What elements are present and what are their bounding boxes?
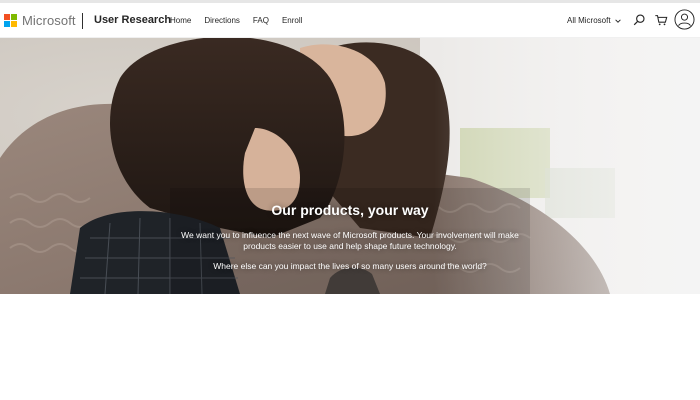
nav-home[interactable]: Home <box>170 16 191 25</box>
search-icon[interactable] <box>632 13 646 27</box>
header-divider <box>82 13 83 29</box>
all-microsoft-menu[interactable]: All Microsoft <box>567 16 622 25</box>
chevron-down-icon <box>614 18 621 23</box>
nav-directions[interactable]: Directions <box>204 16 240 25</box>
nav-faq[interactable]: FAQ <box>253 16 269 25</box>
page-body <box>0 294 700 400</box>
hero-banner: Our products, your way We want you to in… <box>0 38 700 294</box>
hero-heading: Our products, your way <box>271 202 429 218</box>
nav-enroll[interactable]: Enroll <box>282 16 302 25</box>
account-icon[interactable] <box>674 9 695 30</box>
site-title[interactable]: User Research <box>94 14 171 26</box>
hero-paragraph-2: Where else can you impact the lives of s… <box>213 261 487 271</box>
microsoft-logo-icon <box>4 14 17 27</box>
brand-name: Microsoft <box>22 13 76 28</box>
microsoft-logo[interactable]: Microsoft <box>4 13 76 28</box>
hero-content: Our products, your way We want you to in… <box>180 202 520 281</box>
cart-icon[interactable] <box>654 13 668 27</box>
site-header: Microsoft User Research Home Directions … <box>0 3 700 38</box>
main-nav: Home Directions FAQ Enroll <box>170 16 315 25</box>
all-microsoft-label: All Microsoft <box>567 16 611 25</box>
hero-paragraph-1: We want you to influence the next wave o… <box>181 230 519 251</box>
